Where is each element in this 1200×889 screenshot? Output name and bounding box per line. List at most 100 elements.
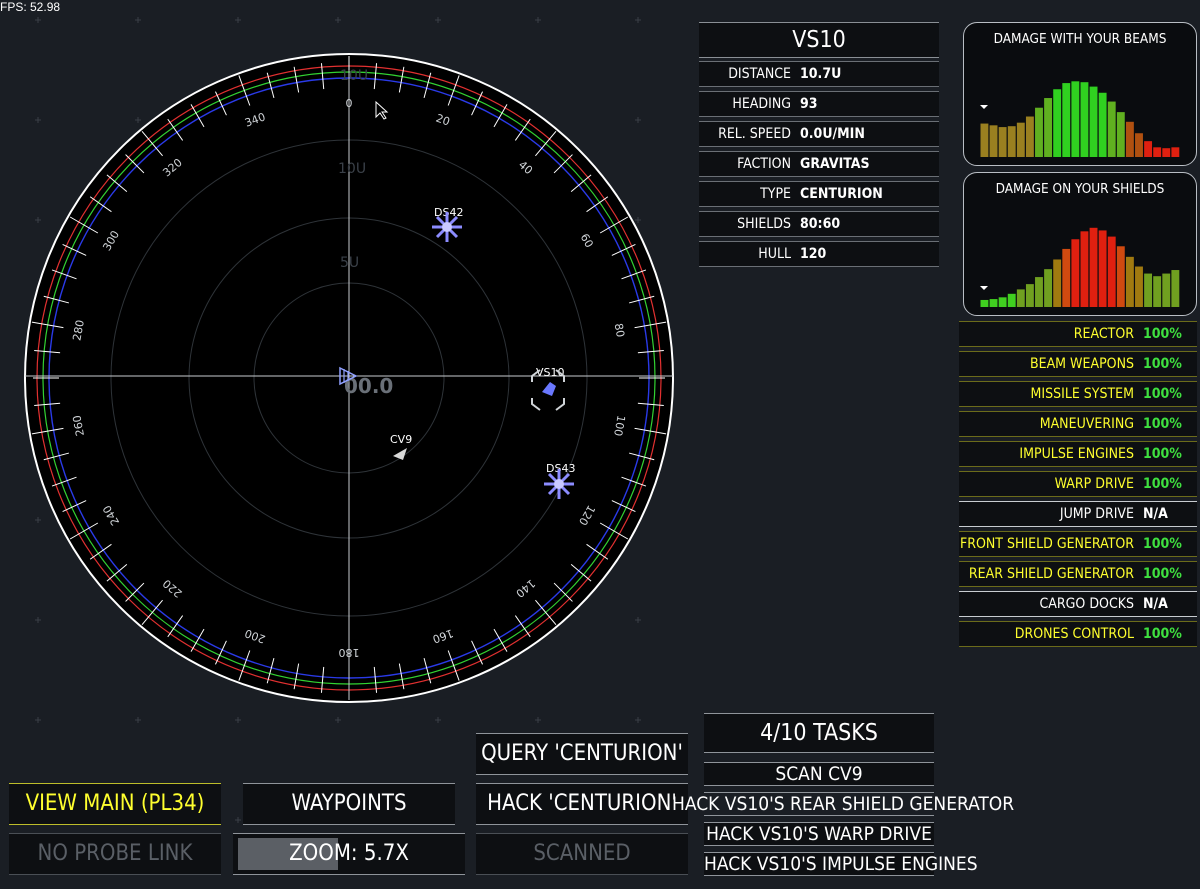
scanned-button: SCANNED <box>476 833 688 875</box>
system-row-cargo-docks: CARGO DOCKS N/A <box>959 591 1197 617</box>
info-value: 0.0U/MIN <box>800 126 865 142</box>
task-item[interactable]: HACK VS10'S IMPULSE ENGINES <box>704 852 978 876</box>
histogram-bar <box>998 127 1007 157</box>
histogram-bar <box>1016 289 1025 307</box>
range-label-10u: 10U <box>338 161 366 177</box>
task-item[interactable]: HACK VS10'S WARP DRIVE <box>704 822 934 846</box>
info-key: HULL <box>758 246 791 262</box>
info-row-shields: SHIELDS 80:60 <box>699 211 939 237</box>
system-status-value: 100% <box>1143 566 1182 582</box>
histogram-bar <box>1044 98 1053 157</box>
damage-on-shields-panel: DAMAGE ON YOUR SHIELDS <box>963 172 1197 316</box>
task-item[interactable]: HACK VS10'S REAR SHIELD GENERATOR <box>672 792 1014 816</box>
histogram-bar <box>1107 236 1116 307</box>
histogram-bar <box>989 299 998 307</box>
system-name: REAR SHIELD GENERATOR <box>968 566 1134 582</box>
info-row-heading: HEADING 93 <box>699 91 939 117</box>
system-name: IMPULSE ENGINES <box>1019 446 1134 462</box>
system-name: CARGO DOCKS <box>1039 596 1135 612</box>
system-status-value: N/A <box>1143 506 1168 522</box>
system-status-value: 100% <box>1143 476 1182 492</box>
histogram-bar <box>1153 276 1162 307</box>
info-value: 80:60 <box>800 216 841 232</box>
info-row-hull: HULL 120 <box>699 241 939 267</box>
histogram-bar <box>1125 121 1134 157</box>
histogram-bar <box>1098 230 1107 307</box>
system-name: BEAM WEAPONS <box>1029 356 1134 372</box>
no-probe-link-button: NO PROBE LINK <box>9 833 221 875</box>
histogram-bar <box>1135 266 1143 307</box>
histogram-bar <box>998 297 1007 307</box>
histogram-bar <box>1080 231 1089 307</box>
info-key: TYPE <box>760 186 791 202</box>
damage-with-beams-panel: DAMAGE WITH YOUR BEAMS <box>963 22 1197 166</box>
system-row-warp-drive: WARP DRIVE 100% <box>959 471 1197 497</box>
info-key: SHIELDS <box>737 216 791 232</box>
histogram-bar <box>1062 248 1071 307</box>
histogram-bar <box>1025 116 1034 157</box>
system-name: MISSILE SYSTEM <box>1030 386 1134 402</box>
histogram-bar <box>1153 147 1162 157</box>
histogram-bar <box>1171 270 1180 307</box>
system-row-beam-weapons: BEAM WEAPONS 100% <box>959 351 1197 377</box>
system-row-drones-control: DRONES CONTROL 100% <box>959 621 1197 647</box>
histogram-bar <box>1053 89 1062 157</box>
waypoints-button[interactable]: WAYPOINTS <box>243 783 455 825</box>
task-item[interactable]: SCAN CV9 <box>704 762 934 786</box>
histogram-bar <box>1144 273 1153 307</box>
range-label-outer: 10U <box>340 68 368 84</box>
view-main-button[interactable]: VIEW MAIN (PL34) <box>9 783 221 825</box>
baseline-marker-icon <box>980 105 988 109</box>
info-key: REL. SPEED <box>718 126 791 142</box>
target-name: VS10 <box>792 27 846 53</box>
histogram-bar <box>1007 293 1016 307</box>
system-row-maneuvering: MANEUVERING 100% <box>959 411 1197 437</box>
system-status-value: 100% <box>1143 356 1182 372</box>
info-value: CENTURION <box>800 186 883 202</box>
zoom-slider[interactable]: ZOOM: 5.7X <box>233 833 465 875</box>
histogram-bar <box>1080 82 1089 157</box>
bearing-label: 180 <box>339 646 360 659</box>
query-centurion-button[interactable]: QUERY 'CENTURION' <box>476 733 688 775</box>
system-name: REACTOR <box>1073 326 1134 342</box>
histogram-bar <box>1053 259 1062 307</box>
system-row-rear-shield-generator: REAR SHIELD GENERATOR 100% <box>959 561 1197 587</box>
contact-cv9-label: CV9 <box>390 433 412 446</box>
zoom-label: ZOOM: 5.7X <box>289 841 409 866</box>
system-status-value: 100% <box>1143 416 1182 432</box>
info-key: FACTION <box>737 156 791 172</box>
histogram-bar <box>1062 83 1071 157</box>
bearing-label: 80 <box>612 322 627 338</box>
info-value: 93 <box>800 96 818 112</box>
info-row-rel-speed: REL. SPEED 0.0U/MIN <box>699 121 939 147</box>
system-name: MANEUVERING <box>1039 416 1134 432</box>
histogram-bar <box>1125 256 1134 307</box>
damage-shields-histogram <box>980 227 1180 307</box>
bearing-label: 0 <box>346 97 353 110</box>
histogram-bar <box>1135 133 1143 157</box>
system-row-impulse-engines: IMPULSE ENGINES 100% <box>959 441 1197 467</box>
system-status-value: 100% <box>1143 326 1182 342</box>
system-row-front-shield-generator: FRONT SHIELD GENERATOR 100% <box>959 531 1197 557</box>
info-row-type: TYPE CENTURION <box>699 181 939 207</box>
info-row-distance: DISTANCE 10.7U <box>699 61 939 87</box>
info-value: 10.7U <box>800 66 842 82</box>
system-status-value: 100% <box>1143 446 1182 462</box>
histogram-bar <box>1089 86 1098 157</box>
system-name: WARP DRIVE <box>1054 476 1134 492</box>
system-row-reactor: REACTOR 100% <box>959 321 1197 347</box>
system-row-missile-system: MISSILE SYSTEM 100% <box>959 381 1197 407</box>
system-status-value: 100% <box>1143 386 1182 402</box>
histogram-bar <box>1089 227 1098 307</box>
hack-centurion-button[interactable]: HACK 'CENTURION' <box>476 783 688 825</box>
histogram-bar <box>1116 112 1125 157</box>
info-key: HEADING <box>732 96 791 112</box>
system-name: DRONES CONTROL <box>1014 626 1134 642</box>
histogram-bar <box>1016 122 1025 157</box>
system-status-value: N/A <box>1143 596 1168 612</box>
histogram-bar <box>1071 81 1080 157</box>
histogram-bar <box>980 123 989 157</box>
histogram-bar <box>1107 101 1116 157</box>
baseline-marker-icon <box>980 286 988 290</box>
target-name-box: VS10 <box>699 22 939 58</box>
